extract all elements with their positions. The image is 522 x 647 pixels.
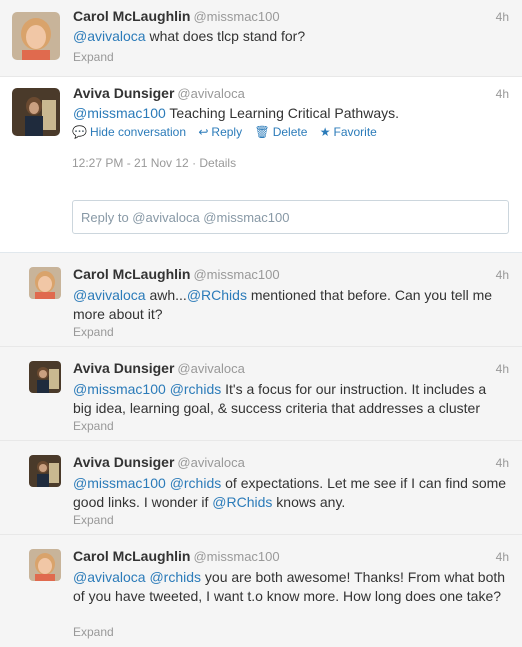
trash-icon: 🗑 (254, 125, 270, 139)
tweet-time[interactable]: 4h (496, 362, 509, 376)
tweet-text-segment: what does tlcp stand for? (145, 28, 306, 44)
mention-link[interactable]: @avivaloca (73, 287, 146, 303)
mention-link[interactable]: @avivaloca (73, 28, 146, 44)
tweet-item[interactable]: Carol McLaughlin @missmac100 4h @avivaloc… (0, 0, 522, 77)
tweet-text: @missmac100 @rchids It's a focus for our… (73, 380, 508, 418)
author-handle[interactable]: @missmac100 (193, 267, 279, 282)
tweet-time[interactable]: 4h (496, 268, 509, 282)
tweet-time[interactable]: 4h (496, 456, 509, 470)
author[interactable]: Carol McLaughlin @missmac100 (73, 548, 280, 564)
reply-placeholder: Reply to @avivaloca @missmac100 (81, 210, 290, 225)
expand-link[interactable]: Expand (73, 50, 114, 64)
author[interactable]: Aviva Dunsiger @avivaloca (73, 454, 245, 470)
author-handle[interactable]: @avivaloca (177, 455, 244, 470)
tweet-text-segment: awh... (145, 287, 187, 303)
mention-link[interactable]: @missmac100 (73, 381, 166, 397)
mention-link[interactable]: @missmac100 (73, 105, 166, 121)
tweet-item[interactable]: Aviva Dunsiger @avivaloca 4h @missmac100 … (0, 441, 522, 535)
delete-button[interactable]: 🗑 Delete (254, 125, 307, 139)
tweet-text: @avivaloca awh...@RChids mentioned that … (73, 286, 508, 324)
author-name[interactable]: Aviva Dunsiger (73, 454, 174, 470)
tweet-time[interactable]: 4h (496, 10, 509, 24)
hide-conversation-button[interactable]: 💬 Hide conversation (72, 125, 186, 139)
expand-link[interactable]: Expand (73, 513, 114, 527)
tweet-time[interactable]: 4h (496, 87, 509, 101)
favorite-label: Favorite (333, 125, 377, 139)
reply-label: Reply (211, 125, 243, 139)
author-name[interactable]: Carol McLaughlin (73, 266, 190, 282)
reply-arrow-icon: ↩ (198, 125, 209, 139)
focused-tweet: Aviva Dunsiger @avivaloca 4h @missmac100 … (0, 77, 522, 253)
expand-link[interactable]: Expand (73, 625, 114, 639)
favorite-button[interactable]: ★ Favorite (320, 125, 377, 139)
author[interactable]: Aviva Dunsiger @avivaloca (73, 360, 245, 376)
author[interactable]: Carol McLaughlin @missmac100 (73, 266, 280, 282)
tweet-actions: 💬 Hide conversation ↩ Reply 🗑 Delete ★ Favor… (72, 125, 386, 139)
avatar-aviva[interactable] (29, 455, 61, 487)
star-icon: ★ (319, 125, 331, 139)
tweet-timestamp-details[interactable]: 12:27 PM - 21 Nov 12 · Details (72, 156, 236, 170)
author-handle[interactable]: @missmac100 (193, 9, 279, 24)
author[interactable]: Aviva Dunsiger @avivaloca (73, 85, 245, 101)
mention-link[interactable]: @avivaloca (73, 569, 146, 585)
avatar-aviva[interactable] (29, 361, 61, 393)
mention-link[interactable]: @rchids (170, 381, 222, 397)
reply-button[interactable]: ↩ Reply (198, 125, 242, 139)
hide-conversation-label: Hide conversation (89, 125, 187, 139)
author-handle[interactable]: @avivaloca (177, 86, 244, 101)
mention-link[interactable]: @missmac100 (73, 475, 166, 491)
tweet-text: @avivaloca what does tlcp stand for? (73, 27, 508, 46)
conversation-timeline: Carol McLaughlin @missmac100 4h @avivaloc… (0, 0, 522, 647)
delete-label: Delete (272, 125, 308, 139)
mention-link[interactable]: @RChids (187, 287, 247, 303)
tweet-item[interactable]: Aviva Dunsiger @avivaloca 4h @missmac100 … (0, 347, 522, 441)
author-name[interactable]: Aviva Dunsiger (73, 360, 174, 376)
avatar-carol[interactable] (29, 267, 61, 299)
avatar-aviva[interactable] (12, 88, 60, 136)
author-handle[interactable]: @missmac100 (193, 549, 279, 564)
author-name[interactable]: Carol McLaughlin (73, 548, 190, 564)
mention-link[interactable]: @rchids (170, 475, 222, 491)
author-handle[interactable]: @avivaloca (177, 361, 244, 376)
tweet-text: @missmac100 Teaching Learning Critical P… (73, 104, 508, 123)
speech-bubble-icon: 💬 (72, 125, 87, 139)
author[interactable]: Carol McLaughlin @missmac100 (73, 8, 280, 24)
mention-link[interactable]: @RChids (212, 494, 272, 510)
tweet-time[interactable]: 4h (496, 550, 509, 564)
tweet-text-segment: Teaching Learning Critical Pathways. (165, 105, 399, 121)
tweet-item[interactable]: Carol McLaughlin @missmac100 4h @avivaloc… (0, 535, 522, 647)
expand-link[interactable]: Expand (73, 419, 114, 433)
author-name[interactable]: Carol McLaughlin (73, 8, 190, 24)
avatar-carol[interactable] (29, 549, 61, 581)
tweet-text: @avivaloca @rchids you are both awesome!… (73, 568, 508, 606)
avatar-carol[interactable] (12, 12, 60, 60)
mention-link[interactable]: @rchids (149, 569, 201, 585)
tweet-text-segment: knows any. (272, 494, 346, 510)
tweet-text: @missmac100 @rchids of expectations. Let… (73, 474, 508, 512)
author-name[interactable]: Aviva Dunsiger (73, 85, 174, 101)
reply-input[interactable]: Reply to @avivaloca @missmac100 (72, 200, 509, 234)
expand-link[interactable]: Expand (73, 325, 114, 339)
tweet-item[interactable]: Carol McLaughlin @missmac100 4h @avivaloc… (0, 253, 522, 347)
